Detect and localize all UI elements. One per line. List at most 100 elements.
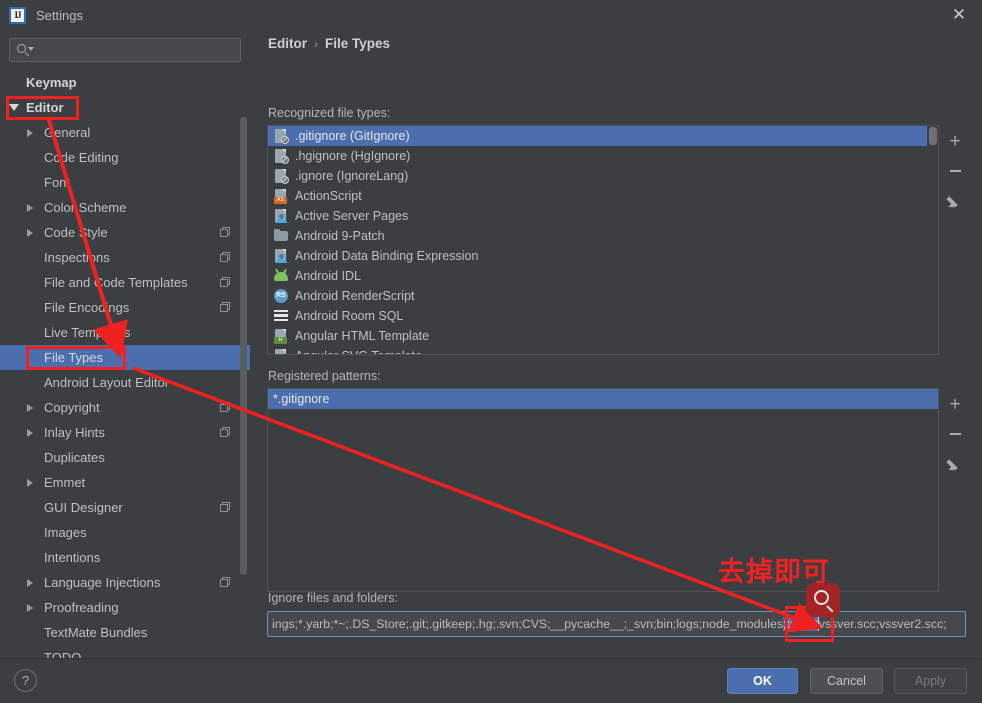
chevron-right-icon[interactable]: [27, 228, 33, 237]
edit-pattern-button[interactable]: [940, 449, 970, 479]
ok-button[interactable]: OK: [727, 668, 798, 694]
sidebar-item-file-types[interactable]: File Types: [0, 345, 250, 370]
settings-dialog: IJ Settings ✕ Keymap Editor General Code Ed…: [0, 0, 982, 703]
sidebar-item-general[interactable]: General: [0, 120, 250, 145]
file-type-row[interactable]: Android Room SQL: [268, 306, 938, 326]
pattern-row[interactable]: *.gitignore: [268, 389, 938, 409]
sidebar-item-keymap[interactable]: Keymap: [0, 70, 250, 95]
sidebar-item-android-layout-editor[interactable]: Android Layout Editor: [0, 370, 250, 395]
sidebar-item-inspections[interactable]: Inspections: [0, 245, 250, 270]
sidebar-item-copyright[interactable]: Copyright: [0, 395, 250, 420]
sidebar-item-images[interactable]: Images: [0, 520, 250, 545]
sidebar-item-emmet[interactable]: Emmet: [0, 470, 250, 495]
settings-search-box[interactable]: [9, 38, 241, 62]
breadcrumb-current: File Types: [325, 36, 391, 51]
sidebar-item-live-templates[interactable]: Live Templates: [0, 320, 250, 345]
file-type-label: Android RenderScript: [295, 289, 415, 303]
edit-file-type-button[interactable]: [940, 186, 970, 216]
sidebar-item-label: File Types: [44, 350, 104, 365]
pencil-icon: [945, 457, 963, 473]
intellij-logo-icon: IJ: [9, 6, 26, 24]
breadcrumb-parent[interactable]: Editor: [268, 36, 307, 51]
sidebar-item-label: Images: [44, 525, 87, 540]
sidebar-item-label: Editor: [26, 100, 64, 115]
title-bar: IJ Settings ✕: [0, 0, 982, 30]
sidebar-item-label: TextMate Bundles: [44, 625, 148, 640]
file-type-row[interactable]: S Angular SVG Template: [268, 346, 938, 354]
chevron-right-icon[interactable]: [27, 578, 33, 587]
file-type-row[interactable]: AS ActionScript: [268, 186, 938, 206]
recognized-list-scrollbar[interactable]: [927, 126, 938, 354]
apply-button[interactable]: Apply: [894, 668, 967, 694]
file-type-row[interactable]: Android 9-Patch: [268, 226, 938, 246]
file-type-label: ActionScript: [295, 189, 362, 203]
file-type-label: Active Server Pages: [295, 209, 409, 223]
sidebar-item-label: File Encodings: [44, 300, 130, 315]
remove-pattern-button[interactable]: [940, 419, 970, 449]
sidebar-item-inlay-hints[interactable]: Inlay Hints: [0, 420, 250, 445]
file-type-row[interactable]: .gitignore (GitIgnore): [268, 126, 938, 146]
sidebar-item-intentions[interactable]: Intentions: [0, 545, 250, 570]
chevron-down-icon[interactable]: [9, 104, 19, 111]
file-type-row[interactable]: .ignore (IgnoreLang): [268, 166, 938, 186]
copy-settings-icon: [220, 577, 231, 588]
sidebar-item-color-scheme[interactable]: Color Scheme: [0, 195, 250, 220]
settings-tree[interactable]: Keymap Editor General Code Editing Font Color…: [0, 70, 250, 658]
sidebar-item-label: General: [44, 125, 91, 140]
recognized-file-types-label: Recognized file types:: [268, 106, 391, 120]
sidebar-item-label: Language Injections: [44, 575, 161, 590]
angular-svg-icon: S: [273, 348, 289, 354]
chevron-right-icon[interactable]: [27, 203, 33, 212]
file-type-label: Android IDL: [295, 269, 362, 283]
chevron-right-icon[interactable]: [27, 603, 33, 612]
sidebar-item-label: File and Code Templates: [44, 275, 188, 290]
sidebar-item-editor[interactable]: Editor: [0, 95, 250, 120]
search-input[interactable]: [35, 39, 240, 61]
registered-patterns-list[interactable]: *.gitignore: [267, 388, 939, 592]
copy-settings-icon: [220, 502, 231, 513]
sidebar-item-label: TODO: [44, 650, 82, 658]
recognized-list-buttons: +: [940, 126, 970, 216]
copy-settings-icon: [220, 427, 231, 438]
chevron-right-icon[interactable]: [27, 128, 33, 137]
add-file-type-button[interactable]: +: [940, 126, 970, 156]
folder-icon: [273, 228, 289, 244]
settings-sidebar: Keymap Editor General Code Editing Font Color…: [0, 30, 250, 658]
recognized-file-types-list[interactable]: .gitignore (GitIgnore) .hgignore (HgIgnor…: [267, 125, 939, 355]
ignore-files-input[interactable]: ings;*.yarb;*~;.DS_Store;.git;.gitkeep;.…: [267, 611, 966, 637]
remove-file-type-button[interactable]: [940, 156, 970, 186]
copy-settings-icon: [220, 402, 231, 413]
file-type-row[interactable]: RS Android RenderScript: [268, 286, 938, 306]
asp-icon: [273, 208, 289, 224]
sidebar-item-todo[interactable]: TODO: [0, 645, 250, 658]
close-icon[interactable]: ✕: [936, 0, 982, 30]
sidebar-item-label: Code Editing: [44, 150, 119, 165]
file-type-row[interactable]: H Angular HTML Template: [268, 326, 938, 346]
sidebar-item-language-injections[interactable]: Language Injections: [0, 570, 250, 595]
sidebar-item-duplicates[interactable]: Duplicates: [0, 445, 250, 470]
cancel-button[interactable]: Cancel: [810, 668, 883, 694]
file-type-label: Android 9-Patch: [295, 229, 385, 243]
add-pattern-button[interactable]: +: [940, 389, 970, 419]
sidebar-item-font[interactable]: Font: [0, 170, 250, 195]
chevron-right-icon[interactable]: [27, 428, 33, 437]
chevron-right-icon[interactable]: [27, 403, 33, 412]
file-type-row[interactable]: .hgignore (HgIgnore): [268, 146, 938, 166]
file-type-row[interactable]: Android IDL: [268, 266, 938, 286]
sidebar-item-proofreading[interactable]: Proofreading: [0, 595, 250, 620]
sidebar-item-textmate-bundles[interactable]: TextMate Bundles: [0, 620, 250, 645]
sidebar-item-file-and-code-templates[interactable]: File and Code Templates: [0, 270, 250, 295]
ignore-text-selected: ;target: [782, 617, 818, 631]
breadcrumb: Editor › File Types: [268, 36, 390, 51]
sidebar-scrollbar[interactable]: [240, 117, 247, 575]
sidebar-item-code-style[interactable]: Code Style: [0, 220, 250, 245]
file-type-row[interactable]: Active Server Pages: [268, 206, 938, 226]
sidebar-item-code-editing[interactable]: Code Editing: [0, 145, 250, 170]
sidebar-item-gui-designer[interactable]: GUI Designer: [0, 495, 250, 520]
sidebar-item-label: Emmet: [44, 475, 86, 490]
file-type-row[interactable]: Android Data Binding Expression: [268, 246, 938, 266]
sidebar-item-file-encodings[interactable]: File Encodings: [0, 295, 250, 320]
help-button[interactable]: ?: [14, 669, 37, 692]
chevron-right-icon[interactable]: [27, 478, 33, 487]
main-panel: Editor › File Types Recognized file type…: [250, 30, 982, 658]
